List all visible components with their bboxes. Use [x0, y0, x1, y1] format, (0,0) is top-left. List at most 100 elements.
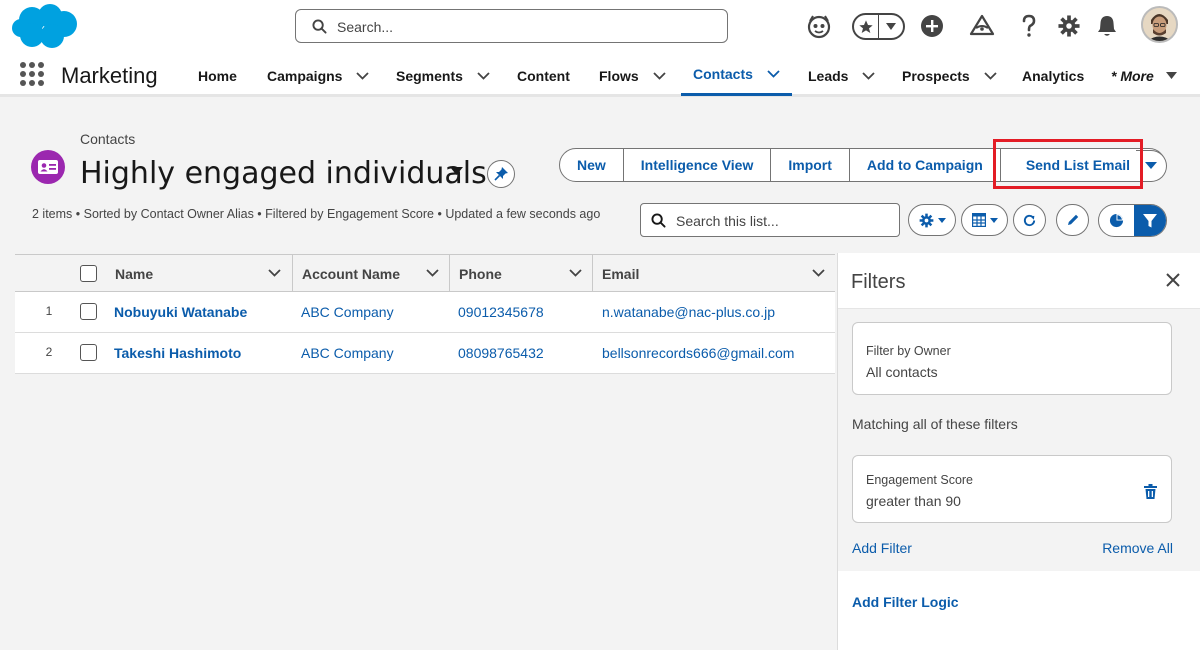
phone-link[interactable]: 09012345678 — [458, 304, 544, 320]
nav-tab-segments[interactable]: Segments — [396, 54, 490, 97]
setup-gear-icon[interactable] — [1055, 10, 1083, 42]
remove-all-link[interactable]: Remove All — [1102, 540, 1173, 556]
row-number: 1 — [45, 304, 53, 318]
filters-button[interactable] — [1134, 205, 1166, 236]
add-to-campaign-button[interactable]: Add to Campaign — [848, 149, 1000, 181]
caret-down-icon — [1165, 71, 1177, 79]
close-icon[interactable] — [1166, 273, 1180, 287]
contact-name-link[interactable]: Nobuyuki Watanabe — [114, 304, 247, 320]
contact-name-link[interactable]: Takeshi Hashimoto — [114, 345, 241, 361]
add-filter-link[interactable]: Add Filter — [852, 540, 912, 556]
email-link[interactable]: n.watanabe@nac-plus.co.jp — [602, 304, 775, 320]
trash-icon[interactable] — [1144, 484, 1157, 499]
filters-panel-body: Filter by Owner All contacts Matching al… — [838, 309, 1200, 571]
nav-tab-label: Contacts — [693, 65, 753, 82]
nav-tab-label: Analytics — [1022, 67, 1085, 84]
refresh-button[interactable] — [1013, 204, 1046, 236]
einstein-icon[interactable] — [804, 10, 834, 42]
chevron-down-icon[interactable] — [862, 71, 876, 80]
nav-tab-flows[interactable]: Flows — [599, 54, 666, 97]
edit-list-button[interactable] — [1056, 204, 1089, 236]
display-as-button[interactable] — [961, 204, 1008, 236]
search-icon — [651, 213, 666, 228]
table-row: 1 Nobuyuki Watanabe ABC Company 09012345… — [15, 292, 835, 333]
nav-tab-label: Segments — [396, 67, 463, 84]
column-header-name[interactable]: Name — [106, 255, 291, 292]
chevron-down-icon[interactable] — [477, 71, 490, 80]
salesforce-logo[interactable] — [12, 4, 78, 50]
row-number: 2 — [45, 345, 53, 359]
pie-chart-icon — [1109, 213, 1124, 228]
pin-list-button[interactable] — [487, 160, 515, 188]
list-view-picker-caret-icon[interactable] — [450, 167, 463, 176]
nav-tab-analytics[interactable]: Analytics — [1022, 54, 1084, 97]
matching-filters-label: Matching all of these filters — [852, 416, 1018, 432]
help-icon[interactable] — [1017, 10, 1041, 42]
new-button[interactable]: New — [560, 149, 623, 181]
app-launcher-icon[interactable] — [20, 62, 44, 86]
filter-by-owner-value: All contacts — [866, 364, 938, 380]
filter-by-owner-card[interactable]: Filter by Owner All contacts — [852, 322, 1172, 395]
chevron-down-icon[interactable] — [653, 71, 666, 80]
filter-by-owner-label: Filter by Owner — [866, 344, 951, 358]
filters-panel-title: Filters — [851, 271, 906, 293]
pencil-icon — [1067, 214, 1078, 225]
add-filter-logic-link[interactable]: Add Filter Logic — [852, 594, 959, 610]
select-all-checkbox[interactable] — [80, 265, 97, 282]
favorites-star-icon[interactable] — [854, 15, 878, 38]
row-number-header — [15, 255, 78, 292]
list-view-title[interactable]: Highly engaged individuals — [80, 156, 487, 191]
intelligence-view-button[interactable]: Intelligence View — [622, 149, 771, 181]
engagement-score-filter-card[interactable]: Engagement Score greater than 90 — [852, 455, 1172, 523]
global-search-input[interactable]: Search... — [295, 9, 728, 43]
import-button[interactable]: Import — [770, 149, 849, 181]
column-header-label: Name — [115, 265, 154, 282]
nav-tab-label: Flows — [599, 67, 639, 84]
row-checkbox[interactable] — [80, 303, 97, 320]
chevron-down-icon[interactable] — [268, 269, 281, 277]
nav-tab-prospects[interactable]: Prospects — [902, 54, 997, 97]
global-header: Search... — [0, 0, 1200, 54]
app-name: Marketing — [61, 63, 158, 88]
trailhead-icon[interactable] — [967, 10, 997, 42]
chevron-down-icon[interactable] — [812, 269, 825, 277]
user-avatar[interactable] — [1141, 6, 1178, 43]
phone-link[interactable]: 08098765432 — [458, 345, 544, 361]
chevron-down-icon[interactable] — [569, 269, 582, 277]
contacts-table: Name Account Name Phone Email 1 Nobuyuki… — [15, 254, 835, 374]
pin-icon — [494, 167, 508, 181]
nav-tab-label: Home — [198, 67, 237, 84]
filter-funnel-icon — [1143, 213, 1157, 227]
charts-button[interactable] — [1099, 205, 1134, 236]
favorites-list-icon[interactable] — [878, 15, 903, 38]
nav-tab-leads[interactable]: Leads — [808, 54, 876, 97]
list-settings-button[interactable] — [908, 204, 956, 236]
column-header-label: Email — [602, 265, 640, 282]
column-header-label: Phone — [459, 265, 502, 282]
refresh-icon — [1023, 214, 1036, 226]
contact-card-icon — [31, 150, 65, 184]
account-name-link[interactable]: ABC Company — [301, 345, 394, 361]
filter-field-label: Engagement Score — [866, 473, 974, 487]
chevron-down-icon[interactable] — [984, 71, 997, 80]
nav-more-menu[interactable]: * More — [1111, 54, 1177, 97]
chevron-down-icon[interactable] — [767, 69, 780, 78]
column-header-account-name[interactable]: Account Name — [292, 255, 449, 292]
email-link[interactable]: bellsonrecords666@gmail.com — [602, 345, 794, 361]
global-actions-plus-icon[interactable] — [918, 10, 946, 42]
nav-tab-contacts[interactable]: Contacts — [681, 54, 792, 96]
chevron-down-icon[interactable] — [426, 269, 439, 277]
nav-tab-home[interactable]: Home — [198, 54, 237, 97]
nav-tab-campaigns[interactable]: Campaigns — [267, 54, 370, 97]
row-checkbox[interactable] — [80, 344, 97, 361]
column-header-phone[interactable]: Phone — [449, 255, 592, 292]
nav-tab-label: * More — [1111, 67, 1154, 84]
nav-tab-content[interactable]: Content — [517, 54, 570, 97]
nav-tab-label: Leads — [808, 67, 849, 84]
list-search-input[interactable]: Search this list... — [640, 203, 900, 237]
column-header-email[interactable]: Email — [592, 255, 835, 292]
notifications-bell-icon[interactable] — [1094, 10, 1120, 42]
account-name-link[interactable]: ABC Company — [301, 304, 394, 320]
chevron-down-icon[interactable] — [356, 71, 370, 80]
gear-icon — [919, 213, 933, 227]
